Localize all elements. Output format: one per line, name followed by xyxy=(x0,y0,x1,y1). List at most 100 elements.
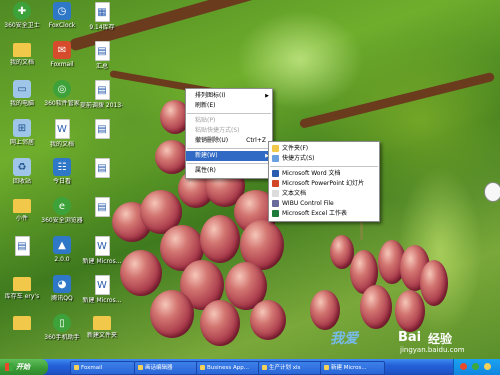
menu-item-label: 粘贴快捷方式(S) xyxy=(195,127,240,134)
context-menu-item[interactable]: 刷新(E) xyxy=(186,101,272,111)
desktop-icon-label: 腾讯QQ xyxy=(51,295,73,302)
doc-icon: ▤ xyxy=(94,41,110,61)
foxmail-icon: ✉ xyxy=(53,41,71,59)
desktop-icon-label: 库存车 ery's xyxy=(4,293,40,300)
shortcut-icon xyxy=(272,155,279,162)
menu-separator xyxy=(270,166,378,167)
taskbar-button-label: Business App... xyxy=(207,365,249,371)
folder-icon xyxy=(272,145,279,152)
doc-icon: ▤ xyxy=(14,236,30,256)
phone-assistant-icon: ▯ xyxy=(53,314,71,332)
browser-icon: e xyxy=(53,197,71,215)
excel-icon xyxy=(272,210,279,217)
tray-icon[interactable] xyxy=(484,363,491,370)
context-menu-item[interactable]: 新建(W)▶ xyxy=(186,151,272,161)
desktop-icon[interactable]: 小件 xyxy=(0,197,44,237)
menu-item-shortcut: Ctrl+Z xyxy=(246,137,266,144)
desktop-icon[interactable]: ▦ 9.14库存 xyxy=(80,2,124,42)
desktop-icon[interactable]: ▤ xyxy=(80,158,124,198)
app-icon xyxy=(324,365,329,370)
taskbar-button-label: Foxmail xyxy=(81,365,103,371)
floating-widget-icon[interactable] xyxy=(484,182,500,202)
desktop-icon[interactable]: W 我的文档 xyxy=(40,119,84,159)
taskbar-button[interactable]: Business App... xyxy=(196,361,261,375)
taskbar: 开始 Foxmail 画话编辑器 Business App... 生产计划 xls 新建… xyxy=(0,359,500,375)
context-menu-item[interactable]: 排列图标(I) ▶ xyxy=(186,91,272,101)
desktop-icon[interactable]: ▲ 2.0.0 xyxy=(40,236,84,276)
wibu-icon xyxy=(272,200,279,207)
desktop-icon[interactable]: ▯ 360手机助手 xyxy=(40,314,84,354)
menu-separator xyxy=(187,113,271,114)
folder-icon xyxy=(93,316,111,330)
taskbar-button[interactable]: 新建 Micros... xyxy=(320,361,385,375)
menu-item-label: Microsoft Excel 工作表 xyxy=(282,210,348,217)
taskbar-button[interactable]: 画话编辑器 xyxy=(134,361,199,375)
menu-separator xyxy=(187,148,271,149)
desktop-icon[interactable]: ◕ 腾讯QQ xyxy=(40,275,84,315)
new-submenu-item[interactable]: Microsoft Excel 工作表 xyxy=(269,209,379,219)
desktop-icon[interactable]: 我的文档 xyxy=(0,41,44,81)
doc-icon: ▤ xyxy=(94,80,110,100)
context-menu-item[interactable]: 撤销删除(U) Ctrl+Z xyxy=(186,136,272,146)
desktop-icon-label: FoxClock xyxy=(48,22,76,29)
new-submenu-item[interactable]: Microsoft PowerPoint 幻灯片 xyxy=(269,179,379,189)
folder-icon xyxy=(13,316,31,330)
calendar-icon: ☷ xyxy=(53,158,71,176)
new-submenu-item[interactable]: 快捷方式(S) xyxy=(269,154,379,164)
desktop-icon[interactable]: ◷ FoxClock xyxy=(40,2,84,42)
taskbar-button-label: 生产计划 xls xyxy=(269,365,301,371)
desktop-icon[interactable]: ☷ 今日看 xyxy=(40,158,84,198)
desktop-icon-label: 360安全浏览器 xyxy=(41,217,83,224)
desktop-icon[interactable]: ▤ xyxy=(0,236,44,276)
new-submenu-item[interactable]: Microsoft Word 文档 xyxy=(269,169,379,179)
desktop-context-menu: 排列图标(I) ▶ 刷新(E) 粘贴(P) 粘贴快捷方式(S) 撤销删除(U) Ctrl+Z… xyxy=(185,88,273,179)
new-submenu-item[interactable]: 文本文档 xyxy=(269,189,379,199)
desktop-icon-label: 汇总 xyxy=(95,63,108,70)
desktop-icon[interactable]: ▤ xyxy=(80,197,124,237)
menu-item-label: 文件夹(F) xyxy=(282,145,309,152)
desktop-icon[interactable]: ▭ 我的电脑 xyxy=(0,80,44,120)
context-menu-item[interactable]: 属性(R) xyxy=(186,166,272,176)
watermark-slogan: 我爱 xyxy=(330,331,358,347)
computer-icon: ▭ xyxy=(13,80,31,98)
desktop[interactable]: ✚ 360安全卫士 ◷ FoxClock ▦ 9.14库存 我的文档 ✉ Foxmail ▤ 汇总 ▭… xyxy=(0,0,500,359)
context-menu-item[interactable]: 粘贴(P) xyxy=(186,116,272,126)
desktop-icon[interactable]: ✉ Foxmail xyxy=(40,41,84,81)
desktop-icon[interactable]: 新建文件夹 xyxy=(80,314,124,354)
new-submenu-item[interactable]: 文件夹(F) xyxy=(269,144,379,154)
tray-icon[interactable] xyxy=(460,363,467,370)
desktop-icon-label: 360安全卫士 xyxy=(4,22,40,29)
desktop-icon[interactable]: e 360安全浏览器 xyxy=(40,197,84,237)
desktop-icon[interactable]: ▤ 提前调拨 2013-2-21 xyxy=(80,80,124,120)
menu-item-label: WIBU Control File xyxy=(282,200,334,207)
desktop-icon[interactable]: ♻ 回收站 xyxy=(0,158,44,198)
desktop-icon[interactable]: W 新建 Micros... xyxy=(80,236,124,276)
desktop-icon[interactable]: ⊞ 网上邻居 xyxy=(0,119,44,159)
recycle-bin-icon: ♻ xyxy=(13,158,31,176)
taskbar-button[interactable]: 生产计划 xls xyxy=(258,361,323,375)
text-doc-icon xyxy=(272,190,279,197)
tray-icon[interactable] xyxy=(472,363,479,370)
desktop-icon-label: Foxmail xyxy=(50,61,74,68)
desktop-icon-label: 小件 xyxy=(15,215,28,222)
powerpoint-icon xyxy=(272,180,279,187)
windows-flag-icon xyxy=(5,363,13,371)
desktop-icon[interactable]: 库存车 ery's xyxy=(0,275,44,315)
desktop-icon[interactable]: W 新建 Micros... xyxy=(80,275,124,315)
word-doc-icon: W xyxy=(94,236,110,256)
desktop-icon[interactable]: ✚ 360安全卫士 xyxy=(0,2,44,42)
context-menu-item[interactable]: 粘贴快捷方式(S) xyxy=(186,126,272,136)
desktop-icon[interactable] xyxy=(0,314,44,354)
new-submenu-item[interactable]: WIBU Control File xyxy=(269,199,379,209)
desktop-icon[interactable]: ▤ xyxy=(80,119,124,159)
watermark-brand-suffix: 经验 xyxy=(428,332,453,346)
word-doc-icon: W xyxy=(54,119,70,139)
menu-item-label: 文本文档 xyxy=(282,190,307,197)
desktop-icon[interactable]: ◎ 360软件管家 xyxy=(40,80,84,120)
taskbar-button[interactable]: Foxmail xyxy=(70,361,135,375)
desktop-icon-label: 新建文件夹 xyxy=(86,332,117,339)
start-button[interactable]: 开始 xyxy=(0,359,48,375)
desktop-icon[interactable]: ▤ 汇总 xyxy=(80,41,124,81)
desktop-icon-label: 我的文档 xyxy=(49,141,74,148)
desktop-icon-label: 今日看 xyxy=(52,178,71,185)
